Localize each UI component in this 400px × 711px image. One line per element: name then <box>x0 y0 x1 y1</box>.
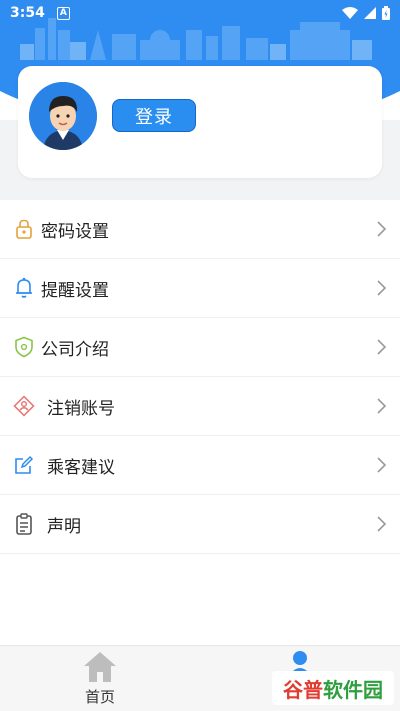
menu-label: 声明 <box>47 516 81 537</box>
shield-icon <box>13 336 35 358</box>
chevron-right-icon <box>377 457 387 473</box>
menu-label: 密码设置 <box>41 221 109 242</box>
chevron-right-icon <box>377 339 387 355</box>
lock-icon <box>13 218 35 240</box>
watermark-text-part2: 软件园 <box>323 677 383 702</box>
watermark-text-part1: 谷普 <box>283 677 323 702</box>
notification-icon: A <box>56 6 70 20</box>
menu-item-passenger-feedback[interactable]: 乘客建议 <box>0 436 400 495</box>
menu-label: 乘客建议 <box>47 457 115 478</box>
menu-item-reminder-settings[interactable]: 提醒设置 <box>0 259 400 318</box>
profile-card: 登录 <box>18 66 382 178</box>
profile-header: 3:54 A 登录 <box>0 0 400 200</box>
chevron-right-icon <box>377 516 387 532</box>
menu-label: 公司介绍 <box>41 339 109 360</box>
wifi-icon <box>342 7 358 19</box>
chevron-right-icon <box>377 221 387 237</box>
signal-icon <box>364 7 376 19</box>
menu-label: 提醒设置 <box>41 280 109 301</box>
home-icon <box>84 652 116 682</box>
my-page-screen: 3:54 A 登录 密码设置 提醒设置 公司介绍 注销账号 乘客建议 声明 首页… <box>0 0 400 711</box>
login-button[interactable]: 登录 <box>112 99 196 132</box>
menu-item-company-intro[interactable]: 公司介绍 <box>0 318 400 377</box>
user-cancel-icon <box>13 395 35 417</box>
nav-tab-home[interactable]: 首页 <box>70 646 130 711</box>
watermark-logo: 谷普 软件园 <box>272 671 394 705</box>
menu-item-password-settings[interactable]: 密码设置 <box>0 200 400 259</box>
bell-icon <box>13 277 35 299</box>
edit-icon <box>13 454 35 476</box>
avatar[interactable] <box>29 82 97 150</box>
user-avatar-icon <box>29 82 97 150</box>
settings-menu: 密码设置 提醒设置 公司介绍 注销账号 乘客建议 声明 <box>0 200 400 554</box>
chevron-right-icon <box>377 280 387 296</box>
battery-icon <box>382 6 390 20</box>
menu-item-statement[interactable]: 声明 <box>0 495 400 554</box>
chevron-right-icon <box>377 398 387 414</box>
menu-label: 注销账号 <box>47 398 115 419</box>
menu-item-cancel-account[interactable]: 注销账号 <box>0 377 400 436</box>
status-bar: 3:54 A <box>0 0 400 26</box>
nav-home-label: 首页 <box>84 688 115 706</box>
status-time: 3:54 <box>10 5 45 21</box>
clipboard-icon <box>13 513 35 535</box>
